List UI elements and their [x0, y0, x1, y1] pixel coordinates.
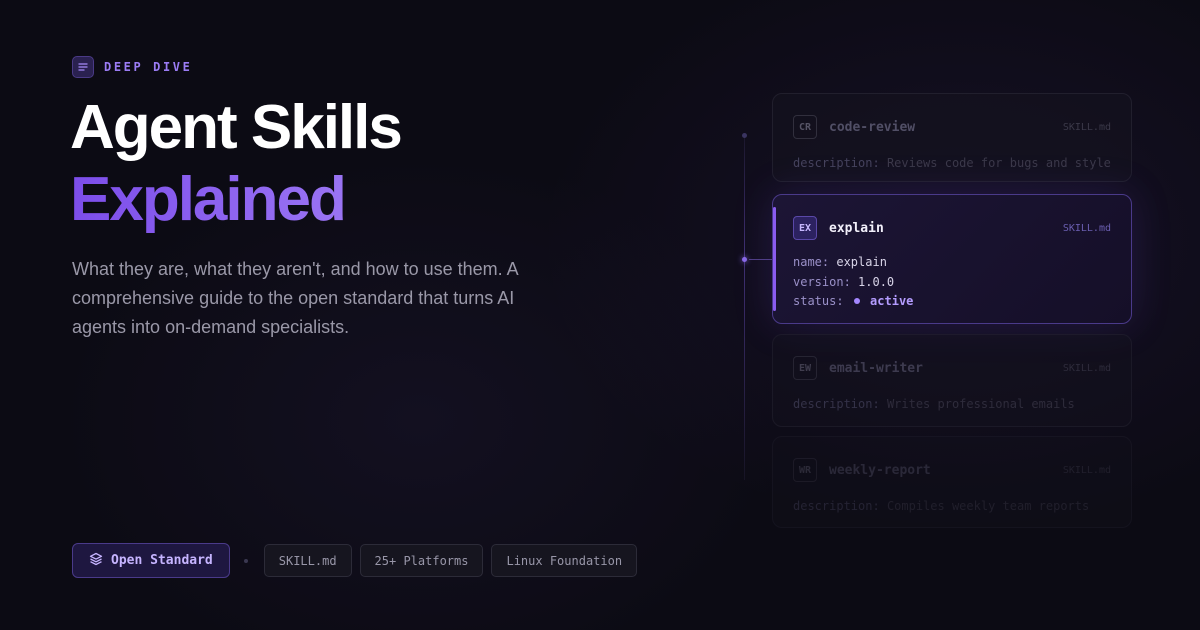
document-lines-icon: [72, 56, 94, 78]
skill-name: weekly-report: [829, 462, 931, 478]
skill-badge: CR: [793, 115, 817, 139]
skill-description: description: Compiles weekly team report…: [793, 499, 1090, 513]
eyebrow-label: DEEP DIVE: [104, 60, 193, 74]
skill-card-email-writer: EW email-writer SKILL.md description: Wr…: [772, 334, 1132, 427]
rail-branch: [749, 259, 772, 260]
meta-version-row: version: 1.0.0: [793, 274, 895, 289]
skill-name: explain: [829, 220, 884, 236]
eyebrow: DEEP DIVE: [72, 56, 192, 78]
meta-name-row: name: explain: [793, 255, 887, 269]
title-line-1: Agent Skills: [70, 93, 403, 162]
rail-node: [742, 133, 747, 138]
page-title: Agent Skills Explained: [70, 92, 403, 236]
active-accent-bar: [773, 207, 776, 311]
meta-status-row: status: active: [793, 294, 914, 308]
skill-card-weekly-report: WR weekly-report SKILL.md description: C…: [772, 436, 1132, 528]
skill-badge: WR: [793, 458, 817, 482]
skill-badge: EX: [793, 216, 817, 240]
skill-badge: EW: [793, 356, 817, 380]
skill-description: description: Reviews code for bugs and s…: [793, 156, 1111, 170]
tag-row: Open Standard SKILL.md 25+ Platforms Lin…: [72, 543, 645, 578]
skill-name: code-review: [829, 119, 916, 135]
subtitle: What they are, what they aren't, and how…: [72, 259, 518, 337]
status-badge: active: [870, 294, 914, 308]
skill-metadata: name: explain version: 1.0.0 status: act…: [793, 253, 1111, 312]
tag-chip-platforms: 25+ Platforms: [359, 544, 484, 577]
skill-card-code-review: CR code-review SKILL.md description: Rev…: [772, 93, 1132, 182]
skill-card-explain: EX explain SKILL.md name: explain versio…: [772, 194, 1132, 324]
connector-rail: [744, 135, 745, 480]
tag-chip-skill-md: SKILL.md: [263, 544, 352, 577]
skill-file: SKILL.md: [1062, 222, 1111, 234]
skill-file: SKILL.md: [1062, 362, 1111, 374]
skill-file: SKILL.md: [1062, 121, 1111, 133]
title-line-2: Explained: [70, 164, 401, 236]
skill-name: email-writer: [829, 360, 923, 376]
tag-chip-linux-foundation: Linux Foundation: [491, 544, 638, 577]
layers-icon: [89, 552, 103, 570]
skill-description: description: Writes professional emails: [793, 397, 1075, 411]
separator-dot: [243, 558, 248, 563]
skill-file: SKILL.md: [1062, 464, 1111, 476]
open-standard-chip: Open Standard: [72, 543, 230, 578]
open-standard-label: Open Standard: [111, 553, 213, 568]
status-dot-icon: [853, 298, 860, 304]
rail-node-active: [742, 257, 747, 262]
